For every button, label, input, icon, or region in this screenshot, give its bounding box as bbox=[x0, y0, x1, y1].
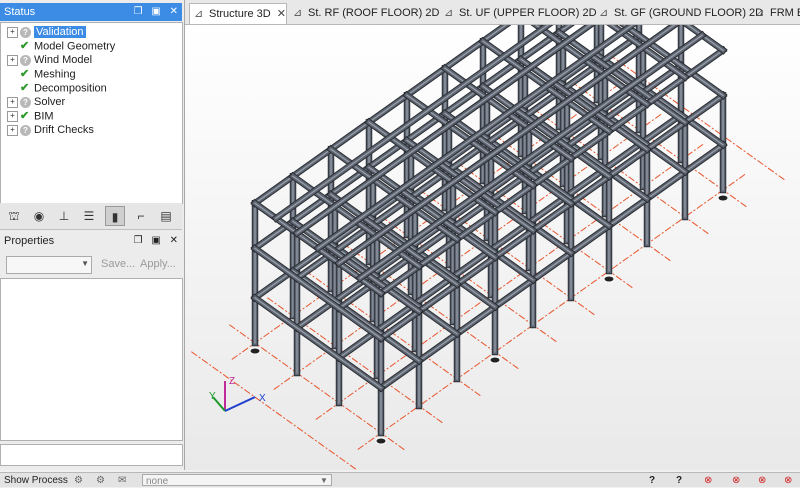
chevron-down-icon[interactable]: ▼ bbox=[320, 474, 328, 487]
axis-triad: Z Y X bbox=[209, 376, 266, 412]
restore-icon[interactable]: ❐ bbox=[134, 235, 143, 246]
properties-panel-title: Properties bbox=[4, 235, 55, 247]
tab-label: St. UF (UPPER FLOOR) 2D bbox=[459, 7, 597, 19]
wind-globe-icon[interactable]: ◉ bbox=[29, 206, 49, 226]
selection-field[interactable]: none bbox=[142, 474, 332, 487]
properties-grid bbox=[0, 278, 183, 441]
close-icon[interactable]: ✕ bbox=[277, 8, 286, 20]
maximize-icon[interactable]: ▣ bbox=[151, 6, 160, 17]
question-icon: ? bbox=[20, 26, 31, 38]
section-icon[interactable]: ⌐ bbox=[131, 206, 151, 226]
expand-icon[interactable]: + bbox=[7, 111, 18, 122]
tab-label: Structure 3D bbox=[209, 8, 271, 20]
tree-item-label: Validation bbox=[34, 26, 86, 38]
tree-item-model-geometry[interactable]: ✔ Model Geometry bbox=[7, 40, 115, 53]
check-icon: ✔ bbox=[20, 40, 30, 52]
tree-item-label: Model Geometry bbox=[34, 40, 116, 53]
mail-icon[interactable]: ✉ bbox=[118, 474, 126, 487]
tree-item-label: Solver bbox=[34, 96, 66, 108]
floor-plan-icon: ⊿ bbox=[599, 7, 609, 19]
expand-icon[interactable]: + bbox=[7, 96, 18, 108]
properties-description bbox=[0, 444, 183, 466]
check-icon: ✔ bbox=[20, 110, 30, 122]
tab-structure-3d[interactable]: ⊿ Structure 3D ✕ bbox=[189, 3, 287, 24]
document-tab-bar: ⊿ Structure 3D ✕ ⊿ St. RF (ROOF FLOOR) 2D ⊿… bbox=[185, 0, 800, 25]
question-icon: ? bbox=[20, 54, 31, 66]
support-node bbox=[489, 356, 501, 364]
error-icon[interactable]: ⊗ bbox=[784, 474, 792, 487]
report-icon[interactable]: ▤ bbox=[156, 206, 176, 226]
check-icon: ✔ bbox=[20, 82, 30, 94]
support-node bbox=[375, 437, 387, 445]
error-icon[interactable]: ⊗ bbox=[704, 474, 712, 487]
help-icon-2[interactable]: ? bbox=[676, 474, 682, 487]
tab-frm-b[interactable]: ⊿ FRM B 2 bbox=[751, 3, 800, 23]
question-icon: ? bbox=[20, 96, 31, 108]
tree-item-label: Meshing bbox=[34, 68, 76, 81]
tree-item-label: Decomposition bbox=[34, 82, 107, 95]
tree-item-validation[interactable]: +? Validation bbox=[7, 26, 86, 39]
support-node bbox=[717, 194, 729, 202]
tab-roof-floor[interactable]: ⊿ St. RF (ROOF FLOOR) 2D bbox=[289, 3, 439, 23]
tab-upper-floor[interactable]: ⊿ St. UF (UPPER FLOOR) 2D bbox=[440, 3, 597, 23]
tab-label: St. GF (GROUND FLOOR) 2D bbox=[614, 7, 764, 19]
expand-icon[interactable]: + bbox=[7, 124, 18, 136]
structure-3d-canvas[interactable]: Z Y X bbox=[185, 25, 800, 470]
status-panel-title: Status bbox=[4, 6, 36, 18]
status-panel-header: Status ❐ ▣ ✕ bbox=[0, 3, 182, 21]
tree-item-label: Drift Checks bbox=[34, 124, 94, 136]
tab-label: St. RF (ROOF FLOOR) 2D bbox=[308, 7, 440, 19]
structure-3d-viewport[interactable]: Z Y X bbox=[185, 25, 800, 470]
close-icon[interactable]: ✕ bbox=[170, 6, 178, 17]
z-axis-label: Z bbox=[229, 376, 235, 387]
save-button[interactable]: Save... bbox=[101, 258, 135, 270]
support-node bbox=[603, 275, 615, 283]
structural-frame bbox=[250, 25, 728, 437]
tree-item-decomposition[interactable]: ✔ Decomposition bbox=[7, 82, 107, 95]
properties-combo[interactable]: ▼ bbox=[6, 256, 92, 274]
support-node bbox=[249, 347, 261, 355]
error-icon[interactable]: ⊗ bbox=[732, 474, 740, 487]
tree-item-bim[interactable]: + ✔ BIM bbox=[7, 110, 54, 123]
error-icon[interactable]: ⊗ bbox=[758, 474, 766, 487]
check-icon: ✔ bbox=[20, 68, 30, 80]
close-icon[interactable]: ✕ bbox=[170, 235, 178, 246]
floor-plan-icon: ⊿ bbox=[444, 7, 454, 19]
progress-icon[interactable]: ⚙ bbox=[96, 474, 105, 487]
chevron-down-icon: ▼ bbox=[81, 259, 89, 268]
status-tree: +? Validation ✔ Model Geometry +? Wind Mode… bbox=[0, 22, 183, 204]
tree-item-drift-checks[interactable]: +? Drift Checks bbox=[7, 124, 94, 137]
restore-icon[interactable]: ❐ bbox=[134, 6, 143, 17]
tree-item-meshing[interactable]: ✔ Meshing bbox=[7, 68, 76, 81]
status-icon[interactable]: ▮ bbox=[105, 206, 125, 226]
structure-icon: ⊿ bbox=[194, 8, 204, 20]
show-process-label[interactable]: Show Process bbox=[4, 474, 68, 487]
question-icon: ? bbox=[20, 124, 31, 136]
tree-item-wind-model[interactable]: +? Wind Model bbox=[7, 54, 92, 67]
help-icon[interactable]: ? bbox=[649, 474, 655, 487]
tab-ground-floor[interactable]: ⊿ St. GF (GROUND FLOOR) 2D bbox=[595, 3, 763, 23]
process-icon[interactable]: ⚙ bbox=[74, 474, 83, 487]
frame-icon: ⊿ bbox=[755, 7, 765, 19]
status-bar: Show Process ⚙ ⚙ ✉ none ▼ ? ? ⊗ ⊗ ⊗ ⊗ bbox=[0, 472, 800, 487]
expand-icon[interactable]: + bbox=[7, 54, 18, 66]
story-levels-icon[interactable]: ☰ bbox=[79, 206, 99, 226]
tree-item-label: BIM bbox=[34, 110, 54, 123]
support-icon[interactable]: ⊥ bbox=[54, 206, 74, 226]
tree-item-label: Wind Model bbox=[34, 54, 93, 66]
tree-item-solver[interactable]: +? Solver bbox=[7, 96, 65, 109]
frame-model-icon[interactable]: ⛫ bbox=[4, 206, 24, 226]
y-axis-label: Y bbox=[209, 391, 216, 402]
left-panel: Status ❐ ▣ ✕ +? Validation ✔ Model Geometr… bbox=[0, 0, 185, 470]
x-axis-label: X bbox=[259, 393, 266, 404]
properties-panel-header: Properties ❐ ▣ ✕ bbox=[0, 232, 182, 250]
maximize-icon[interactable]: ▣ bbox=[151, 235, 160, 246]
expand-icon[interactable]: + bbox=[7, 26, 18, 38]
floor-plan-icon: ⊿ bbox=[293, 7, 303, 19]
panel-icon-tabs: ⛫ ◉ ⊥ ☰ ▮ ⌐ ▤ bbox=[0, 203, 182, 230]
tab-label: FRM B 2 bbox=[770, 7, 800, 19]
apply-button[interactable]: Apply... bbox=[140, 258, 176, 270]
